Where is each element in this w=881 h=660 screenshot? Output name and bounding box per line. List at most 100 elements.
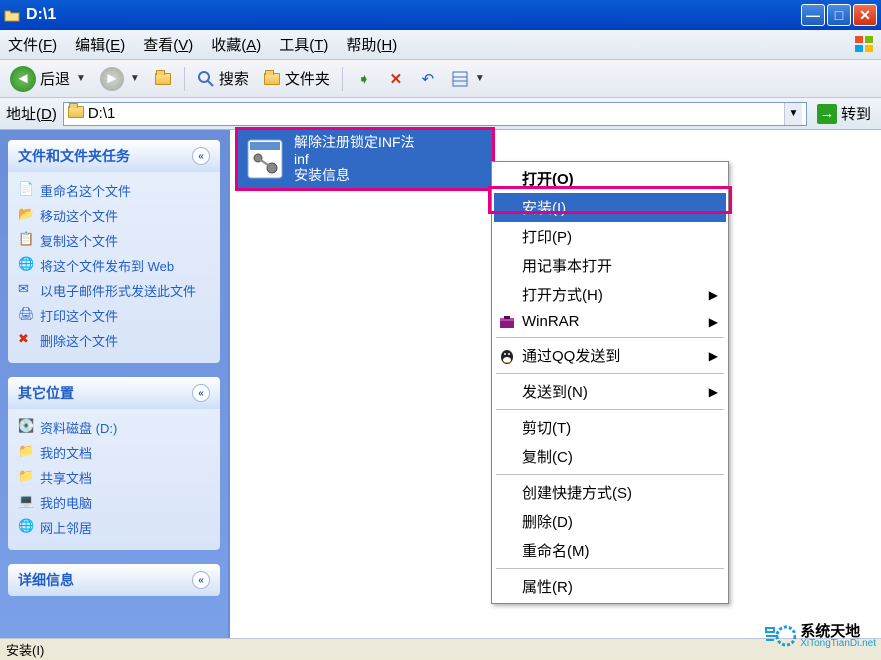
collapse-icon: « xyxy=(192,384,210,402)
ctx-open[interactable]: 打开(O) xyxy=(494,164,726,193)
task-label: 以电子邮件形式发送此文件 xyxy=(40,281,196,300)
ctx-open-with[interactable]: 打开方式(H)▶ xyxy=(494,280,726,309)
place-network[interactable]: 🌐网上邻居 xyxy=(18,515,210,540)
computer-icon: 💻 xyxy=(18,493,34,509)
task-print[interactable]: 🖨打印这个文件 xyxy=(18,303,210,328)
up-folder-icon xyxy=(154,70,172,88)
file-name: 解除注册锁定INF法 xyxy=(294,134,415,151)
window-title: D:\1 xyxy=(26,6,801,24)
places-panel-title: 其它位置 xyxy=(18,383,74,403)
ctx-label: 发送到(N) xyxy=(522,381,588,402)
place-label: 网上邻居 xyxy=(40,518,92,537)
file-item-selected[interactable]: 解除注册锁定INF法 inf 安装信息 xyxy=(238,130,492,188)
folder-icon xyxy=(68,105,84,123)
submenu-arrow-icon: ▶ xyxy=(709,385,718,399)
task-move[interactable]: 📂移动这个文件 xyxy=(18,203,210,228)
watermark-url: XiTongTianDi.net xyxy=(800,639,876,649)
address-bar: 地址(D) ▼ → 转到 xyxy=(0,98,881,130)
ctx-properties[interactable]: 属性(R) xyxy=(494,572,726,601)
minimize-button[interactable]: — xyxy=(801,4,825,26)
ctx-label: 重命名(M) xyxy=(522,540,590,561)
ctx-install[interactable]: 安装(I) xyxy=(494,193,726,222)
ctx-label: 删除(D) xyxy=(522,511,573,532)
search-label: 搜索 xyxy=(219,68,249,89)
menu-help[interactable]: 帮助(H) xyxy=(346,34,397,55)
toolbar: ◄ 后退 ▼ ► ▼ 搜索 文件夹 ➧ ✕ ↶ ▼ xyxy=(0,60,881,98)
ctx-delete[interactable]: 删除(D) xyxy=(494,507,726,536)
ctx-label: 用记事本打开 xyxy=(522,255,612,276)
delete-icon: ✖ xyxy=(18,331,34,347)
window-controls: — □ ✕ xyxy=(801,4,877,26)
ctx-winrar[interactable]: WinRAR▶ xyxy=(494,309,726,334)
search-button[interactable]: 搜索 xyxy=(193,66,253,91)
folders-button[interactable]: 文件夹 xyxy=(259,66,334,91)
place-label: 我的电脑 xyxy=(40,493,92,512)
delete-icon: ✕ xyxy=(387,70,405,88)
back-icon: ◄ xyxy=(10,66,36,92)
menu-view[interactable]: 查看(V) xyxy=(143,34,193,55)
address-label: 地址(D) xyxy=(6,103,57,124)
search-icon xyxy=(197,70,215,88)
folder-icon xyxy=(4,7,20,23)
details-panel-header[interactable]: 详细信息 « xyxy=(8,564,220,596)
collapse-icon: « xyxy=(192,147,210,165)
address-input-wrap[interactable]: ▼ xyxy=(63,102,807,126)
go-button[interactable]: → 转到 xyxy=(813,101,875,126)
print-icon: 🖨 xyxy=(18,306,34,322)
tasks-panel-header[interactable]: 文件和文件夹任务 « xyxy=(8,140,220,172)
task-copy[interactable]: 📋复制这个文件 xyxy=(18,228,210,253)
back-button[interactable]: ◄ 后退 ▼ xyxy=(6,64,90,94)
qq-icon xyxy=(498,347,516,365)
up-button[interactable] xyxy=(150,68,176,90)
address-dropdown[interactable]: ▼ xyxy=(784,103,802,125)
ctx-print[interactable]: 打印(P) xyxy=(494,222,726,251)
undo-button[interactable]: ↶ xyxy=(415,68,441,90)
separator xyxy=(342,67,343,91)
file-ext: inf xyxy=(294,151,415,168)
task-email[interactable]: ✉以电子邮件形式发送此文件 xyxy=(18,278,210,303)
ctx-cut[interactable]: 剪切(T) xyxy=(494,413,726,442)
tasks-panel-body: 📄重命名这个文件 📂移动这个文件 📋复制这个文件 🌐将这个文件发布到 Web ✉… xyxy=(8,172,220,363)
separator xyxy=(496,568,724,569)
ctx-label: 通过QQ发送到 xyxy=(522,345,620,366)
address-input[interactable] xyxy=(88,105,780,122)
details-panel-title: 详细信息 xyxy=(18,570,74,590)
menu-edit[interactable]: 编辑(E) xyxy=(75,34,125,55)
separator xyxy=(496,409,724,410)
menu-file[interactable]: 文件(F) xyxy=(8,34,57,55)
file-type: 安装信息 xyxy=(294,167,415,184)
place-computer[interactable]: 💻 我的电脑 xyxy=(18,490,210,515)
maximize-button[interactable]: □ xyxy=(827,4,851,26)
task-rename[interactable]: 📄重命名这个文件 xyxy=(18,178,210,203)
ctx-qq-send[interactable]: 通过QQ发送到▶ xyxy=(494,341,726,370)
status-bar: 安装(I) xyxy=(0,638,881,660)
menu-tools[interactable]: 工具(T) xyxy=(279,34,328,55)
forward-button[interactable]: ► ▼ xyxy=(96,65,144,93)
menu-favorites[interactable]: 收藏(A) xyxy=(211,34,261,55)
copy-icon: 📋 xyxy=(18,231,34,247)
ctx-shortcut[interactable]: 创建快捷方式(S) xyxy=(494,478,726,507)
ctx-label: 剪切(T) xyxy=(522,417,571,438)
task-label: 删除这个文件 xyxy=(40,331,118,350)
watermark-text: 系统天地 XiTongTianDi.net xyxy=(800,624,876,649)
ctx-send-to[interactable]: 发送到(N) ▶ xyxy=(494,377,726,406)
place-documents[interactable]: 📁我的文档 xyxy=(18,440,210,465)
delete-button[interactable]: ✕ xyxy=(383,68,409,90)
ctx-rename[interactable]: 重命名(M) xyxy=(494,536,726,565)
places-panel-header[interactable]: 其它位置 « xyxy=(8,377,220,409)
ctx-label: 复制(C) xyxy=(522,446,573,467)
chevron-down-icon: ▼ xyxy=(76,73,86,84)
close-button[interactable]: ✕ xyxy=(853,4,877,26)
ctx-copy[interactable]: 复制(C) xyxy=(494,442,726,471)
task-delete[interactable]: ✖ 删除这个文件 xyxy=(18,328,210,353)
ctx-notepad[interactable]: 用记事本打开 xyxy=(494,251,726,280)
views-icon xyxy=(451,70,469,88)
move-to-button[interactable]: ➧ xyxy=(351,68,377,90)
status-text: 安装(I) xyxy=(6,640,44,659)
place-drive[interactable]: 💽资料磁盘 (D:) xyxy=(18,415,210,440)
place-shared[interactable]: 📁共享文档 xyxy=(18,465,210,490)
back-label: 后退 xyxy=(40,68,70,89)
task-publish[interactable]: 🌐将这个文件发布到 Web xyxy=(18,253,210,278)
views-button[interactable]: ▼ xyxy=(447,68,489,90)
rename-icon: 📄 xyxy=(18,181,34,197)
